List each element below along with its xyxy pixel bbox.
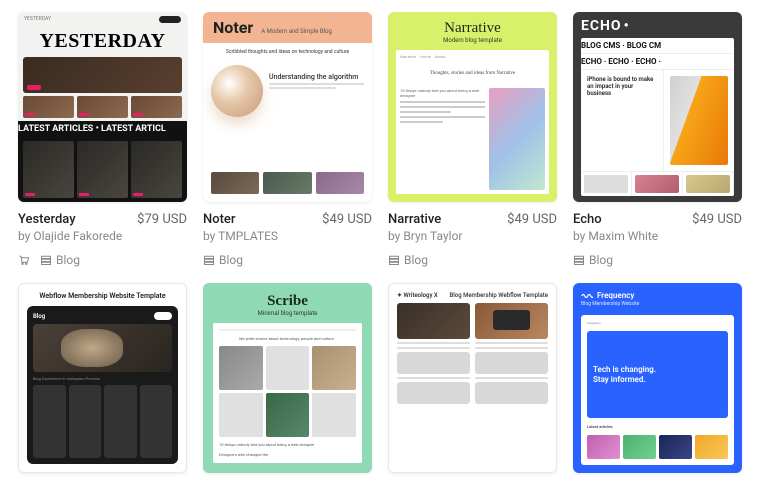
template-card-scribe[interactable]: Scribe Minimal blog template We write st… (203, 283, 372, 473)
template-card-frequency[interactable]: Frequency Blog Membership Website Freque… (573, 283, 742, 473)
template-card-echo[interactable]: ECHO BLOG CMS · BLOG CM ECHO · ECHO · EC… (573, 12, 742, 267)
tag-label: Blog (589, 253, 613, 267)
thumb-brand: Scribe (267, 293, 308, 310)
thumb-headline: YESTERDAY (18, 27, 187, 57)
template-author: by TMPLATES (203, 229, 372, 243)
thumb-center-text: Thoughts, stories and ideas from Narrati… (400, 67, 545, 80)
thumb-list-heading: 10 things nobody told you about being a … (400, 88, 485, 98)
thumb-text: 10 things nobody told you about being a … (219, 442, 356, 447)
tag-label: Blog (404, 253, 428, 267)
thumb-tagline: Minimal blog template (258, 310, 318, 317)
cms-icon: Blog (40, 253, 80, 267)
thumbnail: Scribe Minimal blog template We write st… (203, 283, 372, 473)
template-author: by Maxim White (573, 229, 742, 243)
thumb-blog-label: Blog (33, 313, 45, 320)
template-price: $49 USD (692, 212, 742, 227)
thumb-sub: Blog Membership Website (581, 301, 734, 307)
thumb-marquee: ECHO · ECHO · ECHO · (581, 54, 734, 70)
tag-label: Blog (219, 253, 243, 267)
thumb-tagline: A Modern and Simple Blog (261, 28, 332, 35)
thumb-hero-heading: iPhone is bound to make an impact in you… (587, 76, 657, 97)
template-card-membership[interactable]: Webflow Membership Website Template Blog… (18, 283, 187, 473)
template-title: Yesterday (18, 212, 76, 227)
cms-icon: Blog (203, 253, 243, 267)
thumbnail: Frequency Blog Membership Website Freque… (573, 283, 742, 473)
thumbnail: Noter A Modern and Simple Blog Scribbled … (203, 12, 372, 202)
thumbnail: Narrative Modern blog template Narrative… (388, 12, 557, 202)
thumb-tagline: Blog Membership Webflow Template (449, 292, 548, 299)
thumb-marquee: BLOG CMS · BLOG CM (581, 38, 734, 54)
thumbnail: YESTERDAY YESTERDAY LATEST ARTICLES • LA… (18, 12, 187, 202)
thumbnail: ECHO BLOG CMS · BLOG CM ECHO · ECHO · EC… (573, 12, 742, 202)
template-price: $49 USD (507, 212, 557, 227)
thumb-marquee: LATEST ARTICLES • LATEST ARTICL (18, 121, 187, 137)
thumb-label: Latest articles (587, 424, 728, 429)
template-title: Narrative (388, 212, 441, 227)
thumb-caption: Blog Experience in Instagram Process (33, 376, 172, 381)
template-author: by Bryn Taylor (388, 229, 557, 243)
thumb-brand: Frequency (597, 291, 634, 300)
template-price: $79 USD (137, 212, 187, 227)
thumb-hero-line: Tech is changing. (593, 365, 722, 375)
cms-icon: Blog (388, 253, 428, 267)
thumb-caption: Scribbled thoughts and ideas on technolo… (203, 43, 372, 61)
template-card-noter[interactable]: Noter A Modern and Simple Blog Scribbled … (203, 12, 372, 267)
template-card-yesterday[interactable]: YESTERDAY YESTERDAY LATEST ARTICLES • LA… (18, 12, 187, 267)
thumb-article-title: Understanding the algorithm (269, 73, 364, 81)
template-card-writeology[interactable]: ✦ Writeology X Blog Membership Webflow Te… (388, 283, 557, 473)
template-title: Noter (203, 212, 236, 227)
thumb-heading: Webflow Membership Website Template (27, 292, 178, 300)
template-author: by Olajide Fakorede (18, 229, 187, 243)
template-title: Echo (573, 212, 602, 227)
thumb-tagline: Modern blog template (443, 37, 502, 44)
thumb-text: We write stories about technology, peopl… (219, 336, 356, 341)
thumbnail: Webflow Membership Website Template Blog… (18, 283, 187, 473)
template-price: $49 USD (322, 212, 372, 227)
cms-icon: Blog (573, 253, 613, 267)
tag-label: Blog (56, 253, 80, 267)
thumb-hero-line: Stay informed. (593, 375, 722, 385)
template-grid: YESTERDAY YESTERDAY LATEST ARTICLES • LA… (18, 12, 742, 473)
thumb-brand: Noter (213, 18, 253, 37)
thumb-brand: Narrative (444, 20, 501, 37)
thumb-text: Designers who changed the (219, 452, 356, 457)
thumb-brand-small: YESTERDAY (24, 16, 51, 23)
cart-icon[interactable] (18, 254, 30, 266)
template-card-narrative[interactable]: Narrative Modern blog template Narrative… (388, 12, 557, 267)
thumbnail: ✦ Writeology X Blog Membership Webflow Te… (388, 283, 557, 473)
thumb-brand: ECHO (581, 18, 734, 34)
thumb-brand: ✦ Writeology X (397, 292, 438, 299)
